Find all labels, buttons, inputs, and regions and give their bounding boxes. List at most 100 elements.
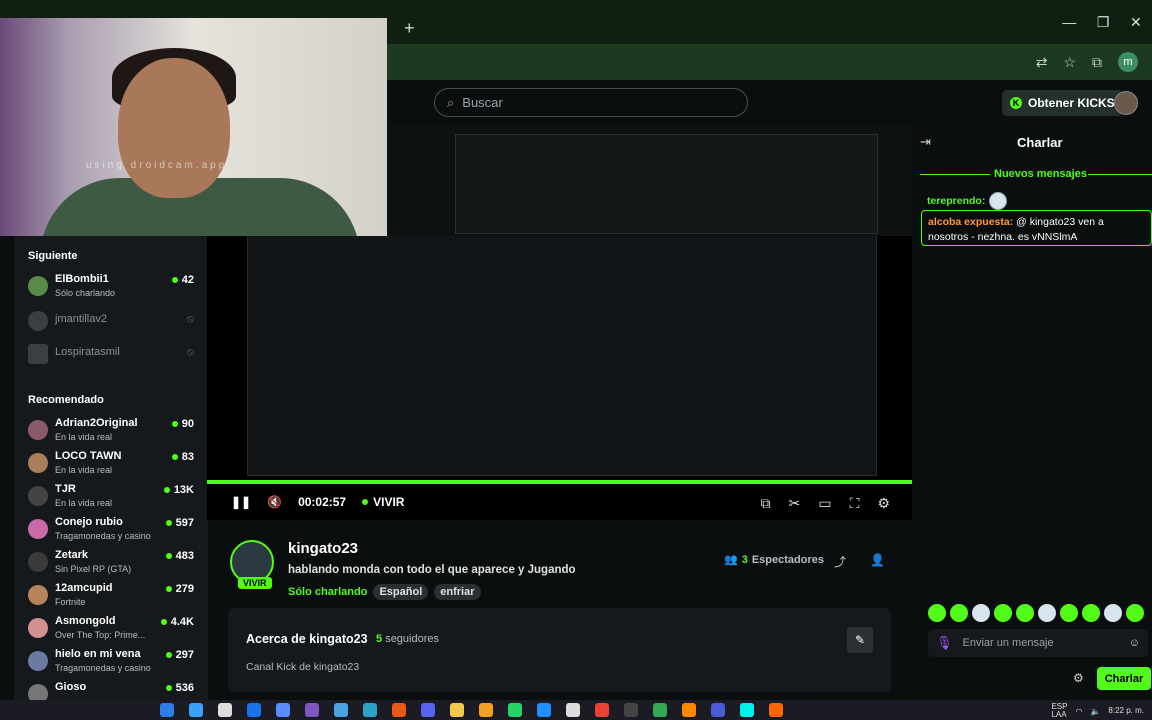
send-button[interactable]: Charlar — [1097, 667, 1151, 690]
clock[interactable]: 8:22 p. m. — [1108, 706, 1144, 716]
volume-icon[interactable]: 🔇 — [267, 495, 282, 509]
taskbar-app-icon[interactable] — [566, 703, 580, 717]
get-kicks-button[interactable]: K Obtener KICKS — [1002, 90, 1123, 116]
emote-icon[interactable] — [1060, 604, 1078, 622]
follow-icon[interactable]: 👤 — [870, 553, 885, 567]
taskbar-app-icon[interactable] — [537, 703, 551, 717]
taskbar-app-icon[interactable] — [305, 703, 319, 717]
extension-bar: ⇄ ☆ ⧉ m — [1036, 52, 1138, 72]
live-indicator: VIVIR — [362, 495, 404, 509]
sidebar-item-recommended[interactable]: LOCO TAWN En la vida real 83 — [28, 449, 194, 479]
gear-icon[interactable]: ⚙ — [877, 495, 890, 512]
streamer-name[interactable]: kingato23 — [288, 540, 358, 557]
emote-icon[interactable] — [1082, 604, 1100, 622]
new-tab-button[interactable]: + — [404, 18, 415, 39]
extensions-icon[interactable]: ⧉ — [1092, 54, 1102, 71]
avatar — [28, 453, 48, 473]
taskbar-app-icon[interactable] — [450, 703, 464, 717]
chat-input[interactable]: 🎙 Enviar un mensaje ☺ — [928, 629, 1148, 657]
taskbar-app-icon[interactable] — [276, 703, 290, 717]
sidebar-item-recommended[interactable]: Conejo rubio Tragamonedas y casino 597 — [28, 515, 194, 545]
taskbar-app-icon[interactable] — [769, 703, 783, 717]
sidebar-item-following[interactable]: ElBombii1 Sólo charlando 42 — [28, 272, 194, 302]
taskbar-app-icon[interactable] — [595, 703, 609, 717]
taskbar-app-icon[interactable] — [363, 703, 377, 717]
taskbar-app-icon[interactable] — [711, 703, 725, 717]
category-link[interactable]: Sólo charlando — [288, 586, 367, 598]
chat-username[interactable]: tereprendo: — [927, 195, 985, 207]
window-controls: — ❐ ✕ — [1052, 14, 1152, 31]
channel-category: En la vida real — [55, 432, 113, 442]
channel-name: Zetark — [55, 549, 89, 561]
search-input[interactable]: ⌕ Buscar — [434, 88, 748, 117]
star-icon[interactable]: ☆ — [1063, 54, 1076, 71]
taskbar-app-icon[interactable] — [508, 703, 522, 717]
taskbar-app-icon[interactable] — [247, 703, 261, 717]
channel-name: jmantillav2 — [55, 313, 107, 325]
sidebar-item-following[interactable]: Lospiratasmil ⦸ — [28, 340, 194, 370]
emote-icon[interactable] — [1016, 604, 1034, 622]
taskbar-app-icon[interactable] — [740, 703, 754, 717]
minimize-button[interactable]: — — [1062, 14, 1076, 31]
share-icon[interactable]: ⤴ — [834, 553, 846, 570]
translate-icon[interactable]: ⇄ — [1036, 54, 1048, 71]
sidebar-item-recommended[interactable]: hielo en mi vena Tragamonedas y casino 297 — [28, 647, 194, 677]
wifi-icon[interactable]: ◠ — [1075, 707, 1082, 716]
emote-icon[interactable] — [972, 604, 990, 622]
emote-icon[interactable] — [928, 604, 946, 622]
pause-icon[interactable]: ❚❚ — [231, 495, 251, 509]
fullscreen-icon[interactable]: ⛶ — [850, 495, 860, 512]
emote-icon[interactable] — [950, 604, 968, 622]
clip-icon[interactable]: ✂ — [789, 495, 801, 512]
taskbar-app-icon[interactable] — [160, 703, 174, 717]
progress-bar[interactable] — [207, 480, 912, 484]
webcam-overlay: using droidcam.app — [0, 18, 387, 236]
chat-username[interactable]: alcoba expuesta: — [928, 216, 1013, 228]
gear-icon[interactable]: ⚙ — [1073, 671, 1084, 685]
video-player[interactable] — [207, 236, 912, 520]
edit-button[interactable]: ✎ — [847, 627, 873, 653]
profile-avatar[interactable]: m — [1118, 52, 1138, 72]
taskbar-apps — [160, 703, 783, 717]
taskbar-app-icon[interactable] — [479, 703, 493, 717]
channel-name: Gioso — [55, 681, 87, 693]
sidebar-item-recommended[interactable]: Asmongold Over The Top: Prime... 4.4K — [28, 614, 194, 644]
kick-coin-icon: K — [1010, 97, 1022, 109]
collapse-chat-icon[interactable]: ⇥ — [920, 134, 931, 150]
taskbar-app-icon[interactable] — [189, 703, 203, 717]
user-avatar[interactable] — [1114, 91, 1138, 115]
taskbar-app-icon[interactable] — [392, 703, 406, 717]
sidebar-item-recommended[interactable]: 12amcupid Fortnite 279 — [28, 581, 194, 611]
emote-icon[interactable] — [1104, 604, 1122, 622]
volume-icon[interactable]: 🔈 — [1090, 707, 1100, 716]
channel-name: hielo en mi vena — [55, 648, 141, 660]
language-indicator[interactable]: ESP LAA — [1051, 703, 1067, 719]
theater-icon[interactable]: ▭ — [818, 495, 831, 512]
sidebar-item-following[interactable]: jmantillav2 ⦸ — [28, 307, 194, 337]
taskbar-app-icon[interactable] — [624, 703, 638, 717]
sidebar-item-recommended[interactable]: Adrian2Original En la vida real 90 — [28, 416, 194, 446]
viewer-count-value: 13K — [173, 484, 194, 496]
emote-icon[interactable] — [994, 604, 1012, 622]
microphone-icon[interactable]: 🎙 — [936, 635, 953, 651]
viewer-count-value: 597 — [175, 517, 194, 529]
sidebar-item-recommended[interactable]: Zetark Sin Pixel RP (GTA) 483 — [28, 548, 194, 578]
tag-enfriar[interactable]: enfriar — [434, 584, 481, 600]
taskbar-app-icon[interactable] — [653, 703, 667, 717]
viewer-count: 483 — [165, 550, 194, 562]
taskbar-app-icon[interactable] — [682, 703, 696, 717]
emote-icon[interactable] — [1126, 604, 1144, 622]
live-dot-icon — [362, 499, 369, 505]
keyboard-layout: LAA — [1051, 710, 1067, 719]
sidebar-item-recommended[interactable]: TJR En la vida real 13K — [28, 482, 194, 512]
taskbar-app-icon[interactable] — [218, 703, 232, 717]
maximize-button[interactable]: ❐ — [1097, 14, 1110, 31]
live-dot-icon — [165, 652, 172, 658]
emote-icon[interactable] — [1038, 604, 1056, 622]
emoji-icon[interactable]: ☺ — [1129, 637, 1140, 649]
taskbar-app-icon[interactable] — [421, 703, 435, 717]
taskbar-app-icon[interactable] — [334, 703, 348, 717]
close-button[interactable]: ✕ — [1130, 14, 1142, 31]
tag-language[interactable]: Español — [373, 584, 429, 600]
pip-icon[interactable]: ⧉ — [761, 495, 771, 512]
